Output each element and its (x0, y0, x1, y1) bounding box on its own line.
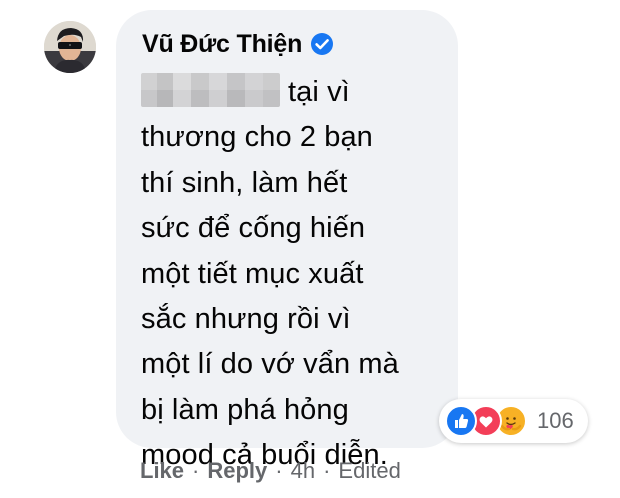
comment-timestamp[interactable]: 4h (291, 458, 315, 484)
comment-screenshot: Vũ Đức Thiện tại vì thương cho 2 bạn thí… (0, 0, 620, 498)
reply-button[interactable]: Reply (207, 458, 267, 484)
comment-body: tại vì thương cho 2 bạn thí sinh, làm hế… (141, 70, 441, 479)
comment-line: sức để cống hiến (141, 212, 366, 245)
separator-dot: · (192, 458, 200, 483)
verified-badge-icon (310, 32, 334, 56)
avatar-portrait-icon (44, 21, 96, 73)
comment-header: Vũ Đức Thiện (142, 26, 334, 62)
comment-line: thương cho 2 bạn (141, 121, 373, 154)
comment-line-text: tại vì (288, 76, 350, 108)
comment-line: tại vì (141, 70, 441, 115)
edited-label[interactable]: Edited (338, 458, 400, 484)
like-reaction-icon (445, 405, 477, 437)
comment-actions: Like · Reply · 4h · Edited (140, 456, 401, 486)
reaction-count: 106 (537, 408, 574, 433)
author-name[interactable]: Vũ Đức Thiện (142, 30, 302, 59)
reaction-summary[interactable]: 106 (439, 399, 588, 443)
comment-line: một tiết mục xuất (141, 257, 364, 290)
comment-line: một lí do vớ vẩn mà (141, 348, 399, 381)
comment-line: bị làm phá hỏng (141, 393, 349, 426)
avatar[interactable] (44, 21, 96, 73)
comment-line: sắc nhưng rồi vì (141, 303, 351, 336)
like-button[interactable]: Like (140, 458, 184, 484)
comment-line: thí sinh, làm hết (141, 166, 348, 199)
separator-dot: · (275, 458, 283, 483)
separator-dot: · (323, 458, 331, 483)
redacted-text-block (141, 73, 280, 107)
